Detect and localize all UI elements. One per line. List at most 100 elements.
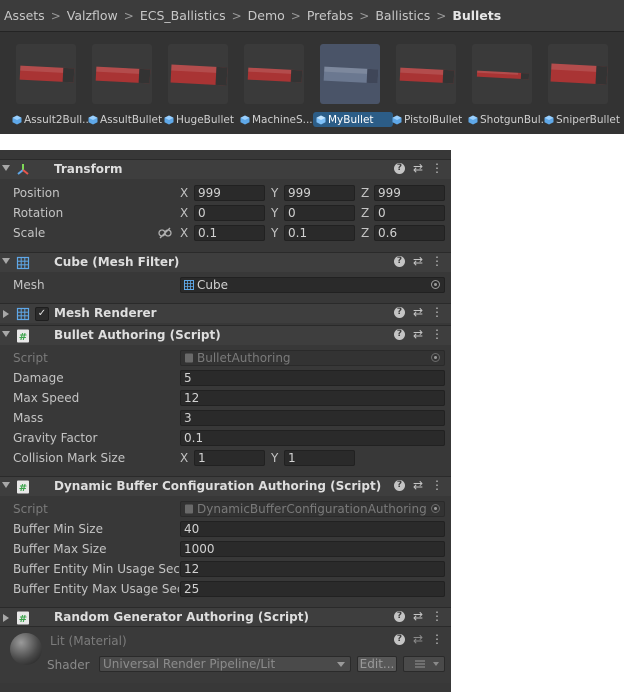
axis-x-label[interactable]: X xyxy=(180,186,188,200)
enabled-checkbox[interactable]: ✓ xyxy=(35,307,49,321)
presets-icon[interactable]: ⇄ xyxy=(413,327,423,341)
presets-icon[interactable]: ⇄ xyxy=(413,305,423,319)
asset-item[interactable]: SniperBullet xyxy=(544,42,621,126)
edit-shader-button[interactable]: Edit... xyxy=(357,656,397,672)
asset-label: AssultBullet xyxy=(85,112,165,127)
help-icon[interactable]: ? xyxy=(393,479,405,491)
svg-text:#: # xyxy=(19,614,27,625)
help-icon[interactable]: ? xyxy=(393,162,405,174)
link-icon[interactable] xyxy=(158,227,172,239)
max-speed-label: Max Speed xyxy=(13,391,80,405)
rotation-x-field[interactable]: 0 xyxy=(194,205,265,221)
presets-icon[interactable]: ⇄ xyxy=(413,632,423,646)
grid-icon xyxy=(184,280,194,290)
foldout-arrow-icon[interactable] xyxy=(2,165,10,171)
axis-z-label[interactable]: Z xyxy=(361,226,369,240)
menu-icon[interactable]: ⋮ xyxy=(431,161,443,175)
foldout-arrow-icon[interactable] xyxy=(2,331,10,337)
presets-icon[interactable]: ⇄ xyxy=(413,609,423,623)
help-icon[interactable]: ? xyxy=(393,306,405,318)
asset-thumbnail xyxy=(16,44,76,104)
inspector-panel: Transform ? ⇄ ⋮ Position X 999 Y 999 Z 9… xyxy=(0,150,451,692)
buffer-max-size-label: Buffer Max Size xyxy=(13,542,107,556)
menu-icon[interactable]: ⋮ xyxy=(431,327,443,341)
random-generator-header[interactable]: # Random Generator Authoring (Script) ? … xyxy=(0,607,451,627)
position-z-field[interactable]: 999 xyxy=(374,185,445,201)
collision-y-field[interactable]: 1 xyxy=(284,450,355,466)
position-y-field[interactable]: 999 xyxy=(284,185,355,201)
breadcrumb-bullets[interactable]: Bullets xyxy=(452,8,501,23)
help-icon[interactable]: ? xyxy=(393,610,405,622)
axis-x-label[interactable]: X xyxy=(180,206,188,220)
axis-z-label[interactable]: Z xyxy=(361,206,369,220)
dynamic-buffer-header[interactable]: # Dynamic Buffer Configuration Authoring… xyxy=(0,476,451,496)
help-icon[interactable]: ? xyxy=(393,255,405,267)
asset-item[interactable]: HugeBullet xyxy=(164,42,241,126)
axis-x-label[interactable]: X xyxy=(180,451,188,465)
asset-item[interactable]: MachineS... xyxy=(240,42,317,126)
mesh-field[interactable]: Cube xyxy=(180,277,445,293)
buffer-max-size-field[interactable]: 1000 xyxy=(180,541,445,557)
asset-item-selected[interactable]: MyBullet xyxy=(313,42,393,127)
gravity-factor-field[interactable]: 0.1 xyxy=(180,430,445,446)
rotation-z-field[interactable]: 0 xyxy=(374,205,445,221)
transform-header[interactable]: Transform ? ⇄ ⋮ xyxy=(0,159,451,179)
damage-field[interactable]: 5 xyxy=(180,370,445,386)
axis-x-label[interactable]: X xyxy=(180,226,188,240)
breadcrumb-assets[interactable]: Assets xyxy=(4,8,45,23)
presets-icon[interactable]: ⇄ xyxy=(413,254,423,268)
component-title: Bullet Authoring (Script) xyxy=(54,328,221,342)
axis-y-label[interactable]: Y xyxy=(271,226,278,240)
rotation-y-field[interactable]: 0 xyxy=(284,205,355,221)
foldout-arrow-icon[interactable] xyxy=(2,482,10,488)
asset-item[interactable]: PistolBullet xyxy=(392,42,469,126)
entity-max-usage-field[interactable]: 25 xyxy=(180,581,445,597)
chevron-right-icon: > xyxy=(436,8,447,23)
shader-label: Shader xyxy=(47,658,90,672)
mesh-renderer-header[interactable]: ✓ Mesh Renderer ? ⇄ ⋮ xyxy=(0,303,451,323)
axis-y-label[interactable]: Y xyxy=(271,186,278,200)
buffer-min-size-field[interactable]: 40 xyxy=(180,521,445,537)
menu-icon[interactable]: ⋮ xyxy=(431,632,443,646)
scale-x-field[interactable]: 0.1 xyxy=(194,225,265,241)
scale-z-field[interactable]: 0.6 xyxy=(374,225,445,241)
entity-min-usage-field[interactable]: 12 xyxy=(180,561,445,577)
menu-icon[interactable]: ⋮ xyxy=(431,609,443,623)
presets-icon[interactable]: ⇄ xyxy=(413,478,423,492)
menu-icon[interactable]: ⋮ xyxy=(431,478,443,492)
breadcrumb-prefabs[interactable]: Prefabs xyxy=(307,8,353,23)
shader-dropdown[interactable]: Universal Render Pipeline/Lit xyxy=(99,656,351,672)
axis-y-label[interactable]: Y xyxy=(271,451,278,465)
foldout-arrow-icon[interactable] xyxy=(3,310,9,318)
axis-y-label[interactable]: Y xyxy=(271,206,278,220)
presets-icon[interactable]: ⇄ xyxy=(413,161,423,175)
asset-item[interactable]: AssultBullet xyxy=(88,42,165,126)
asset-thumbnail xyxy=(396,44,456,104)
breadcrumb-ecs-ballistics[interactable]: ECS_Ballistics xyxy=(140,8,226,23)
collision-x-field[interactable]: 1 xyxy=(194,450,265,466)
breadcrumb-ballistics[interactable]: Ballistics xyxy=(375,8,430,23)
buffer-min-size-label: Buffer Min Size xyxy=(13,522,103,536)
svg-text:#: # xyxy=(19,483,27,494)
scale-y-field[interactable]: 0.1 xyxy=(284,225,355,241)
menu-icon[interactable]: ⋮ xyxy=(431,254,443,268)
asset-item[interactable]: ShotgunBul... xyxy=(468,42,545,126)
asset-item[interactable]: Assult2Bull... xyxy=(12,42,89,126)
breadcrumb-valzflow[interactable]: Valzflow xyxy=(67,8,118,23)
object-picker-icon[interactable] xyxy=(431,280,440,289)
breadcrumb-demo[interactable]: Demo xyxy=(248,8,285,23)
help-icon[interactable]: ? xyxy=(393,328,405,340)
material-title: Lit (Material) xyxy=(50,634,127,648)
foldout-arrow-icon[interactable] xyxy=(2,258,10,264)
help-icon[interactable]: ? xyxy=(393,633,405,645)
axis-z-label[interactable]: Z xyxy=(361,186,369,200)
buffer-max-size-row: Buffer Max Size 1000 xyxy=(0,539,451,559)
mass-field[interactable]: 3 xyxy=(180,410,445,426)
foldout-arrow-icon[interactable] xyxy=(3,614,9,622)
shader-options-button[interactable] xyxy=(403,656,445,672)
menu-icon[interactable]: ⋮ xyxy=(431,305,443,319)
position-x-field[interactable]: 999 xyxy=(194,185,265,201)
mesh-filter-header[interactable]: Cube (Mesh Filter) ? ⇄ ⋮ xyxy=(0,252,451,272)
bullet-authoring-header[interactable]: # Bullet Authoring (Script) ? ⇄ ⋮ xyxy=(0,325,451,345)
max-speed-field[interactable]: 12 xyxy=(180,390,445,406)
